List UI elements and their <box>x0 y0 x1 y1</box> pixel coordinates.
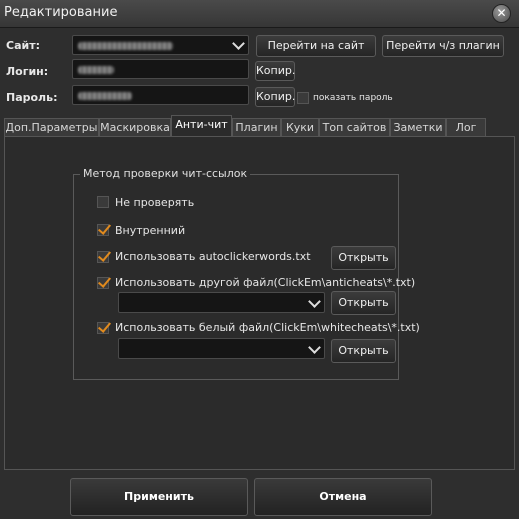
white-file-label: Использовать белый файл(ClickEm\whiteche… <box>115 321 420 334</box>
copy-login-button[interactable]: Копир. <box>255 61 295 81</box>
chevron-down-icon <box>308 295 321 308</box>
chevron-down-icon <box>308 341 321 354</box>
password-field[interactable] <box>72 85 249 105</box>
login-value-obscured <box>78 66 114 74</box>
open-other-file-button[interactable]: Открыть <box>331 291 396 315</box>
autoclickerwords-checkbox[interactable] <box>97 248 112 263</box>
site-label: Сайт: <box>6 39 40 52</box>
autoclickerwords-label: Использовать autoclickerwords.txt <box>115 250 311 263</box>
apply-button[interactable]: Применить <box>70 478 248 516</box>
other-file-label: Использовать другой файл(ClickEm\antiche… <box>115 276 416 289</box>
title-bar: Редактирование ✕ <box>0 0 519 28</box>
white-file-checkbox[interactable] <box>97 319 112 334</box>
window-title: Редактирование <box>4 5 118 20</box>
group-title: Метод проверки чит-ссылок <box>80 167 251 180</box>
no-check-checkbox[interactable] <box>97 196 109 208</box>
no-check-label: Не проверять <box>115 196 195 209</box>
goto-site-button[interactable]: Перейти на сайт <box>256 35 376 57</box>
site-value-obscured <box>78 42 173 50</box>
password-value-obscured <box>78 92 132 100</box>
tab-masking[interactable]: Маскировка <box>99 118 171 137</box>
internal-checkbox[interactable] <box>97 221 112 236</box>
close-icon[interactable]: ✕ <box>492 4 511 23</box>
open-autoclickerwords-button[interactable]: Открыть <box>331 246 396 270</box>
password-label: Пароль: <box>6 91 58 104</box>
show-password-checkbox[interactable] <box>297 92 309 104</box>
tab-extra-params[interactable]: Доп.Параметры <box>4 118 99 137</box>
site-select[interactable] <box>72 35 249 55</box>
tab-log[interactable]: Лог <box>446 118 486 137</box>
chevron-down-icon <box>232 37 245 50</box>
internal-label: Внутренний <box>115 224 186 237</box>
cancel-button[interactable]: Отмена <box>254 478 432 516</box>
tab-cookies[interactable]: Куки <box>281 118 319 137</box>
tab-anticheat[interactable]: Анти-чит <box>171 115 232 137</box>
white-file-select[interactable] <box>118 338 325 359</box>
copy-password-button[interactable]: Копир. <box>255 87 295 107</box>
tab-notes[interactable]: Заметки <box>390 118 446 137</box>
login-label: Логин: <box>6 65 49 78</box>
other-file-checkbox[interactable] <box>97 274 112 289</box>
open-white-file-button[interactable]: Открыть <box>331 339 396 363</box>
tab-plugin[interactable]: Плагин <box>232 118 281 137</box>
goto-via-plugin-button[interactable]: Перейти ч/з плагин <box>382 35 504 57</box>
tab-top-sites[interactable]: Топ сайтов <box>319 118 390 137</box>
show-password-label: показать пароль <box>313 93 393 103</box>
login-field[interactable] <box>72 59 249 79</box>
other-file-select[interactable] <box>118 292 325 313</box>
